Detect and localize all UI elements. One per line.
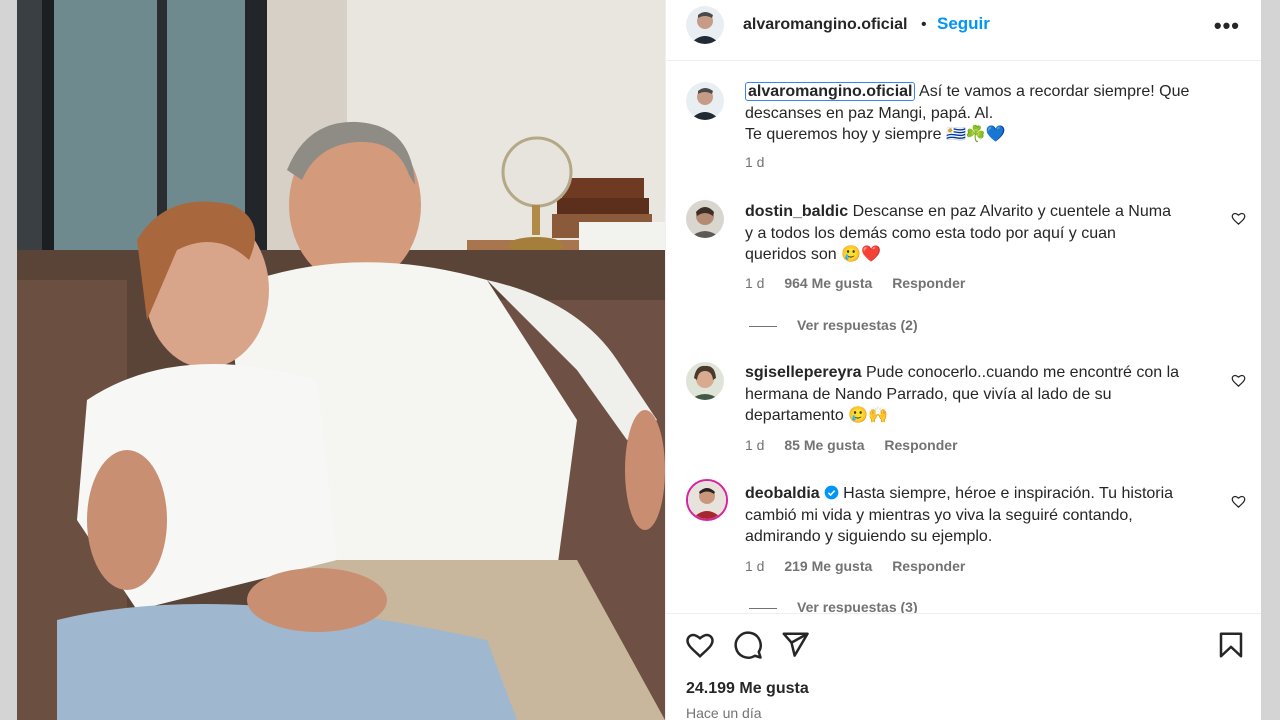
caption-text: alvaromangino.oficial Así te vamos a rec… <box>745 81 1231 146</box>
comment-line: Descanse en paz Alvarito y cuentele a Nu… <box>852 203 1171 220</box>
reply-button[interactable]: Responder <box>884 437 957 453</box>
comment-likes[interactable]: 219 Me gusta <box>784 558 872 574</box>
header-separator: • <box>921 16 927 33</box>
comment-line: departamento 🥲🙌 <box>745 407 889 424</box>
more-icon[interactable]: ••• <box>1214 13 1240 39</box>
view-replies-label: Ver respuestas (2) <box>797 317 918 333</box>
caption-meta: 1 d <box>745 154 764 170</box>
author-username[interactable]: alvaromangino.oficial <box>743 16 907 34</box>
post-time-ago: Hace un día <box>686 705 762 720</box>
caption-avatar[interactable] <box>686 82 724 120</box>
caption-line2: descanses en paz Mangi, papá. Al. <box>745 104 994 122</box>
replies-line <box>749 325 777 327</box>
post-likes-count[interactable]: 24.199 Me gusta <box>686 680 809 698</box>
reply-button[interactable]: Responder <box>892 275 965 291</box>
author-avatar[interactable] <box>686 6 724 44</box>
post-photo[interactable] <box>17 0 665 720</box>
like-comment-heart-icon[interactable] <box>1231 373 1246 388</box>
comment-line: y a todos los demás como esta todo por a… <box>745 224 1116 242</box>
comment-line: admirando y siguiendo su ejemplo. <box>745 528 993 545</box>
caption-time[interactable]: 1 d <box>745 154 764 170</box>
view-replies-button[interactable]: Ver respuestas (3) <box>749 599 918 613</box>
comment-likes[interactable]: 85 Me gusta <box>784 437 864 453</box>
comment-avatar-story-ring[interactable] <box>686 479 728 521</box>
comment-username[interactable]: deobaldia <box>745 485 820 502</box>
comment-username[interactable]: sgisellepereyra <box>745 364 862 381</box>
comment-line: Pude conocerlo..cuando me encontré con l… <box>865 364 1180 381</box>
comment-line: hermana de Nando Parrado, que vivía al l… <box>745 385 1112 403</box>
comment-text: deobaldia Hasta siempre, héroe e inspira… <box>745 483 1231 548</box>
comment-time[interactable]: 1 d <box>745 437 764 453</box>
photo-illustration <box>17 0 665 720</box>
comment-likes[interactable]: 964 Me gusta <box>784 275 872 291</box>
reply-button[interactable]: Responder <box>892 558 965 574</box>
bookmark-icon[interactable] <box>1216 630 1246 660</box>
comment-meta: 1 d 964 Me gusta Responder <box>745 275 965 291</box>
post-side-panel: alvaromangino.oficial • Seguir ••• alvar… <box>665 0 1261 720</box>
comment-meta: 1 d 85 Me gusta Responder <box>745 437 958 453</box>
like-comment-heart-icon[interactable] <box>1231 211 1246 226</box>
comment-icon[interactable] <box>733 630 763 660</box>
comment-line: cambió mi vida y mientras yo viva la seg… <box>745 506 1133 524</box>
caption-line1: Así te vamos a recordar siempre! Que <box>919 83 1190 100</box>
comment-avatar[interactable] <box>686 200 724 238</box>
comment-text: dostin_baldic Descanse en paz Alvarito y… <box>745 201 1231 266</box>
follow-button[interactable]: Seguir <box>937 14 990 34</box>
caption-username[interactable]: alvaromangino.oficial <box>745 82 916 101</box>
comment-time[interactable]: 1 d <box>745 558 764 574</box>
view-replies-button[interactable]: Ver respuestas (2) <box>749 317 918 333</box>
comments-list[interactable]: alvaromangino.oficial Así te vamos a rec… <box>666 61 1261 613</box>
heart-icon[interactable] <box>685 630 715 660</box>
replies-line <box>749 607 777 609</box>
instagram-post-window: alvaromangino.oficial • Seguir ••• alvar… <box>17 0 1261 720</box>
comment-avatar[interactable] <box>686 362 724 400</box>
comment-meta: 1 d 219 Me gusta Responder <box>745 558 965 574</box>
comment-line: queridos son 🥲❤️ <box>745 246 881 263</box>
comment-text: sgisellepereyra Pude conocerlo..cuando m… <box>745 362 1231 427</box>
comment-line: Hasta siempre, héroe e inspiración. Tu h… <box>843 485 1174 502</box>
like-comment-heart-icon[interactable] <box>1231 494 1246 509</box>
caption-line3: Te queremos hoy y siempre 🇺🇾☘️💙 <box>745 126 1006 143</box>
share-icon[interactable] <box>780 630 810 660</box>
comment-time[interactable]: 1 d <box>745 275 764 291</box>
post-header: alvaromangino.oficial • Seguir ••• <box>666 0 1261 61</box>
view-replies-label: Ver respuestas (3) <box>797 599 918 613</box>
verified-icon <box>824 485 839 500</box>
post-actions: 24.199 Me gusta Hace un día <box>666 613 1261 720</box>
comment-username[interactable]: dostin_baldic <box>745 203 848 220</box>
